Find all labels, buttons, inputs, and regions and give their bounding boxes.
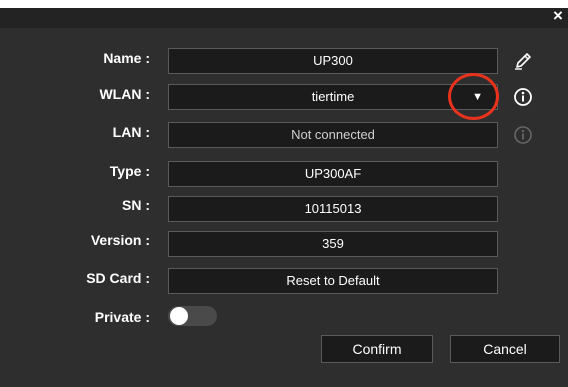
confirm-button[interactable]: Confirm (321, 335, 433, 363)
lan-info-icon (514, 126, 532, 144)
cancel-button[interactable]: Cancel (450, 335, 560, 363)
annotation-circle (448, 73, 499, 120)
name-label: Name : (103, 50, 150, 66)
wlan-info-icon[interactable] (513, 87, 533, 107)
name-field[interactable]: UP300 (168, 48, 498, 74)
lan-label: LAN : (112, 124, 150, 140)
type-field: UP300AF (168, 161, 498, 187)
private-label: Private : (94, 309, 150, 325)
toggle-knob (170, 307, 188, 325)
reset-to-default-button[interactable]: Reset to Default (168, 268, 498, 294)
edit-pencil-icon[interactable] (513, 51, 533, 71)
close-icon[interactable]: × (550, 6, 566, 26)
private-toggle[interactable] (168, 306, 217, 326)
title-bar: × (0, 6, 568, 28)
version-label: Version : (90, 232, 150, 248)
version-field: 359 (168, 231, 498, 257)
lan-field: Not connected (168, 122, 498, 148)
sd-card-label: SD Card : (86, 270, 150, 286)
sn-label: SN : (122, 197, 150, 213)
type-label: Type : (109, 163, 150, 179)
sn-field: 10115013 (168, 196, 498, 222)
printer-settings-dialog: × Name : UP300 WLAN : tiertime ▼ LAN : N… (0, 6, 568, 387)
wlan-value: tiertime (311, 89, 355, 104)
wlan-label: WLAN : (99, 86, 150, 102)
